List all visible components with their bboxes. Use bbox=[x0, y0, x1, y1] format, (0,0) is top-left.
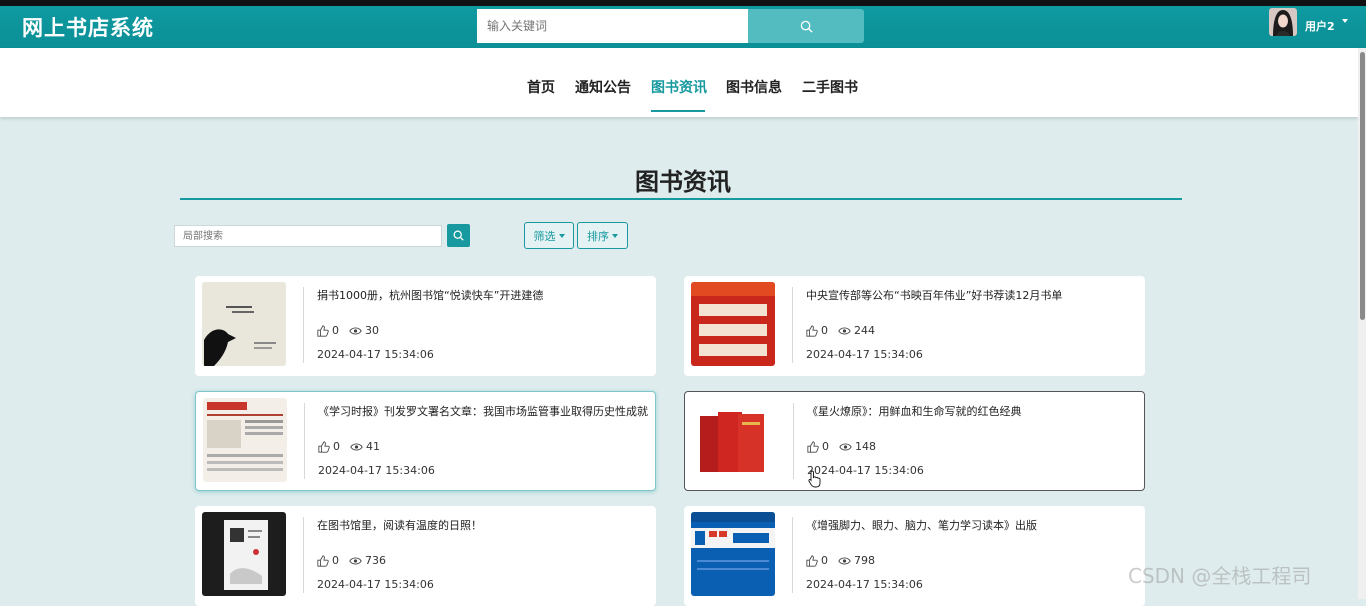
thumbs-up-icon[interactable] bbox=[806, 554, 818, 567]
article-thumbnail[interactable] bbox=[202, 512, 286, 596]
article-title[interactable]: 捐书1000册，杭州图书馆“悦读快车”开进建德 bbox=[317, 287, 656, 303]
eye-icon bbox=[838, 557, 851, 564]
article-date: 2024-04-17 15:34:06 bbox=[806, 578, 923, 591]
eye-icon bbox=[349, 327, 362, 334]
article-date: 2024-04-17 15:34:06 bbox=[807, 464, 924, 477]
local-search-button[interactable] bbox=[447, 224, 470, 247]
eye-icon bbox=[350, 443, 363, 450]
article-thumbnail[interactable] bbox=[202, 282, 286, 366]
eye-icon bbox=[839, 443, 852, 450]
search-icon bbox=[453, 230, 464, 241]
app-title[interactable]: 网上书店系统 bbox=[22, 12, 154, 42]
hand-cursor-icon bbox=[808, 470, 821, 488]
like-count: 0 bbox=[821, 324, 828, 337]
page-title: 图书资讯 bbox=[635, 168, 731, 196]
view-count: 30 bbox=[365, 324, 379, 337]
article-date: 2024-04-17 15:34:06 bbox=[806, 348, 923, 361]
article-card[interactable]: 《增强脚力、眼力、脑力、笔力学习读本》出版 0 798 2024-04-17 1… bbox=[684, 506, 1145, 606]
card-divider bbox=[304, 403, 305, 479]
chevron-down-icon[interactable] bbox=[1342, 19, 1348, 23]
like-count: 0 bbox=[822, 440, 829, 453]
article-card[interactable]: 《学习时报》刊发罗文署名文章：我国市场监管事业取得历史性成就 0 41 2024… bbox=[195, 391, 656, 491]
thumbs-up-icon[interactable] bbox=[807, 440, 819, 453]
view-count: 41 bbox=[366, 440, 380, 453]
article-stats: 0 41 bbox=[318, 440, 380, 453]
thumbs-up-icon[interactable] bbox=[317, 324, 329, 337]
card-divider bbox=[792, 287, 793, 363]
article-card[interactable]: 在图书馆里，阅读有温度的日照！ 0 736 2024-04-17 15:34:0… bbox=[195, 506, 656, 606]
sort-label: 排序 bbox=[587, 229, 609, 243]
article-date: 2024-04-17 15:34:06 bbox=[318, 464, 435, 477]
article-thumbnail[interactable] bbox=[203, 398, 287, 482]
article-stats: 0 798 bbox=[806, 554, 875, 567]
nav-item-book-info[interactable]: 图书信息 bbox=[726, 77, 782, 97]
eye-icon bbox=[838, 327, 851, 334]
nav-item-home[interactable]: 首页 bbox=[527, 77, 555, 97]
article-date: 2024-04-17 15:34:06 bbox=[317, 348, 434, 361]
article-card[interactable]: 捐书1000册，杭州图书馆“悦读快车”开进建德 0 30 2024-04-17 … bbox=[195, 276, 656, 376]
article-thumbnail[interactable] bbox=[691, 512, 775, 596]
view-count: 798 bbox=[854, 554, 875, 567]
watermark: CSDN @全栈工程司 bbox=[1128, 564, 1312, 588]
avatar[interactable] bbox=[1269, 8, 1297, 36]
article-title[interactable]: 《学习时报》刊发罗文署名文章：我国市场监管事业取得历史性成就 bbox=[318, 403, 655, 419]
search-button[interactable] bbox=[748, 9, 864, 43]
card-divider bbox=[303, 287, 304, 363]
local-search-input[interactable] bbox=[174, 225, 442, 247]
view-count: 736 bbox=[365, 554, 386, 567]
article-thumbnail[interactable] bbox=[692, 398, 776, 482]
article-title[interactable]: 在图书馆里，阅读有温度的日照！ bbox=[317, 517, 656, 533]
title-divider bbox=[180, 198, 1182, 200]
thumbs-up-icon[interactable] bbox=[806, 324, 818, 337]
nav-item-used-books[interactable]: 二手图书 bbox=[802, 77, 858, 97]
article-title[interactable]: 中央宣传部等公布“书映百年伟业”好书荐读12月书单 bbox=[806, 287, 1145, 303]
top-bar: 网上书店系统 用户2 bbox=[0, 0, 1366, 48]
view-count: 244 bbox=[854, 324, 875, 337]
like-count: 0 bbox=[332, 324, 339, 337]
user-name[interactable]: 用户2 bbox=[1305, 18, 1335, 34]
view-count: 148 bbox=[855, 440, 876, 453]
eye-icon bbox=[349, 557, 362, 564]
article-stats: 0 244 bbox=[806, 324, 875, 337]
search-icon bbox=[800, 20, 813, 33]
article-date: 2024-04-17 15:34:06 bbox=[317, 578, 434, 591]
filter-dropdown[interactable]: 筛选 bbox=[524, 222, 574, 249]
nav-item-book-news[interactable]: 图书资讯 bbox=[651, 77, 707, 97]
sort-dropdown[interactable]: 排序 bbox=[577, 222, 628, 249]
filter-label: 筛选 bbox=[533, 229, 556, 243]
caret-down-icon bbox=[558, 233, 565, 238]
article-stats: 0 30 bbox=[317, 324, 379, 337]
caret-down-icon bbox=[612, 233, 618, 238]
nav-item-notices[interactable]: 通知公告 bbox=[575, 77, 631, 97]
main-nav: 首页 通知公告 图书资讯 图书信息 二手图书 bbox=[0, 48, 1358, 117]
article-title[interactable]: 《增强脚力、眼力、脑力、笔力学习读本》出版 bbox=[806, 517, 1145, 533]
article-title[interactable]: 《星火燎原》：用鲜血和生命写就的红色经典 bbox=[807, 403, 1144, 419]
article-card[interactable]: 《星火燎原》：用鲜血和生命写就的红色经典 0 148 2024-04-17 15… bbox=[684, 391, 1145, 491]
card-divider bbox=[793, 403, 794, 479]
like-count: 0 bbox=[821, 554, 828, 567]
thumbs-up-icon[interactable] bbox=[317, 554, 329, 567]
article-card[interactable]: 中央宣传部等公布“书映百年伟业”好书荐读12月书单 0 244 2024-04-… bbox=[684, 276, 1145, 376]
thumbs-up-icon[interactable] bbox=[318, 440, 330, 453]
active-nav-indicator bbox=[651, 110, 705, 112]
search-input[interactable] bbox=[477, 9, 748, 43]
card-divider bbox=[303, 517, 304, 593]
like-count: 0 bbox=[332, 554, 339, 567]
like-count: 0 bbox=[333, 440, 340, 453]
card-divider bbox=[792, 517, 793, 593]
article-stats: 0 148 bbox=[807, 440, 876, 453]
article-stats: 0 736 bbox=[317, 554, 386, 567]
article-thumbnail[interactable] bbox=[691, 282, 775, 366]
